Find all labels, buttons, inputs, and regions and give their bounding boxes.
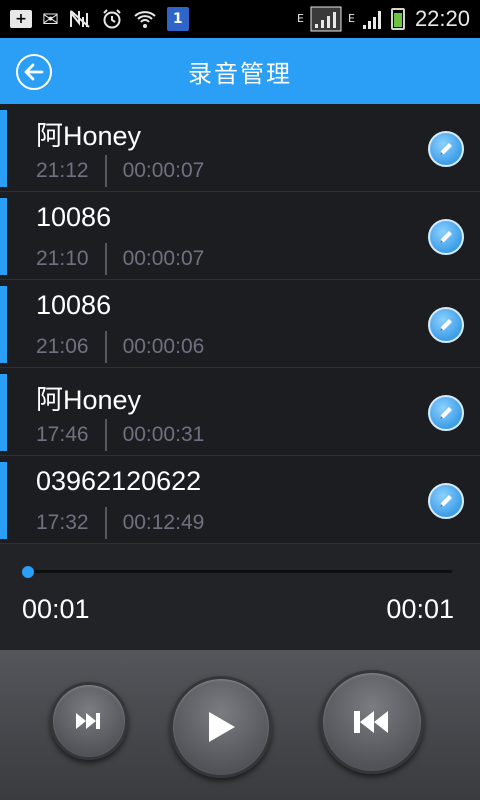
recording-duration: 00:00:07 (122, 247, 205, 270)
recording-list: 阿Honey 21:12 00:00:07 10086 21:10 00:00:… (0, 104, 480, 544)
list-item[interactable]: 阿Honey 21:12 00:00:07 (0, 104, 480, 192)
app-header: 录音管理 (0, 38, 480, 104)
back-button[interactable] (16, 54, 52, 90)
row-accent-bar (0, 374, 7, 451)
arrow-left-icon (24, 63, 44, 81)
add-notification-icon: + (10, 10, 32, 28)
skip-forward-icon (76, 713, 100, 729)
recording-meta: 21:10 00:00:07 (36, 243, 204, 275)
divider (104, 507, 107, 539)
player-progress: 00:01 00:01 (0, 546, 480, 650)
wifi-icon (133, 9, 157, 29)
edit-button[interactable] (428, 307, 464, 343)
edit-button[interactable] (428, 219, 464, 255)
recording-duration: 00:00:07 (122, 159, 205, 182)
current-time: 00:01 (22, 594, 90, 624)
skip-forward-button[interactable] (50, 682, 128, 760)
divider (104, 243, 107, 275)
row-accent-bar (0, 286, 7, 363)
recording-time: 17:46 (36, 423, 89, 446)
row-accent-bar (0, 198, 7, 275)
list-item[interactable]: 10086 21:10 00:00:07 (0, 192, 480, 280)
row-accent-bar (0, 462, 7, 539)
recording-name: 10086 (36, 202, 112, 232)
list-item[interactable]: 阿Honey 17:46 00:00:31 (0, 368, 480, 456)
skip-back-icon (354, 711, 388, 733)
recording-duration: 00:00:31 (122, 423, 205, 446)
battery-icon (390, 8, 405, 30)
total-time: 00:01 (386, 594, 454, 624)
signal-strength-icon (310, 6, 342, 32)
pencil-icon (440, 495, 452, 507)
recording-time: 21:06 (36, 335, 89, 358)
divider (104, 331, 107, 363)
edit-button[interactable] (428, 483, 464, 519)
signal-strength-icon-2 (361, 8, 385, 30)
play-icon (209, 712, 235, 742)
recording-meta: 17:32 00:12:49 (36, 507, 204, 539)
playback-controls (0, 650, 480, 800)
edit-button[interactable] (428, 131, 464, 167)
status-bar: + ✉ 1 E E 22:20 (0, 0, 480, 38)
play-button[interactable] (170, 676, 272, 778)
pencil-icon (440, 407, 452, 419)
recording-name: 阿Honey (36, 385, 142, 415)
recording-duration: 00:12:49 (122, 511, 205, 534)
skip-back-button[interactable] (320, 670, 424, 774)
divider (104, 419, 107, 451)
edit-button[interactable] (428, 395, 464, 431)
divider (104, 155, 107, 187)
list-item[interactable]: 03962120622 17:32 00:12:49 (0, 456, 480, 544)
page-title: 录音管理 (188, 59, 292, 88)
pencil-icon (440, 143, 452, 155)
recording-name: 03962120622 (36, 466, 202, 496)
progress-track[interactable] (28, 570, 452, 573)
pencil-icon (440, 231, 452, 243)
recording-meta: 21:06 00:00:06 (36, 331, 204, 363)
recording-time: 21:12 (36, 159, 89, 182)
network-type-label-2: E (347, 12, 355, 25)
recording-time: 21:10 (36, 247, 89, 270)
mail-icon: ✉ (42, 7, 59, 31)
sim-badge: 1 (166, 7, 189, 31)
pencil-icon (440, 319, 452, 331)
status-time: 22:20 (414, 6, 470, 31)
list-item[interactable]: 10086 21:06 00:00:06 (0, 280, 480, 368)
recording-time: 17:32 (36, 511, 89, 534)
progress-thumb[interactable] (22, 566, 34, 578)
row-accent-bar (0, 110, 7, 187)
recording-duration: 00:00:06 (122, 335, 205, 358)
network-type-label: E (297, 12, 304, 25)
recording-meta: 17:46 00:00:31 (36, 419, 204, 451)
recording-name: 阿Honey (36, 121, 142, 151)
no-signal-icon (69, 9, 91, 29)
alarm-icon (101, 8, 123, 30)
recording-name: 10086 (36, 290, 112, 320)
recording-meta: 21:12 00:00:07 (36, 155, 204, 187)
